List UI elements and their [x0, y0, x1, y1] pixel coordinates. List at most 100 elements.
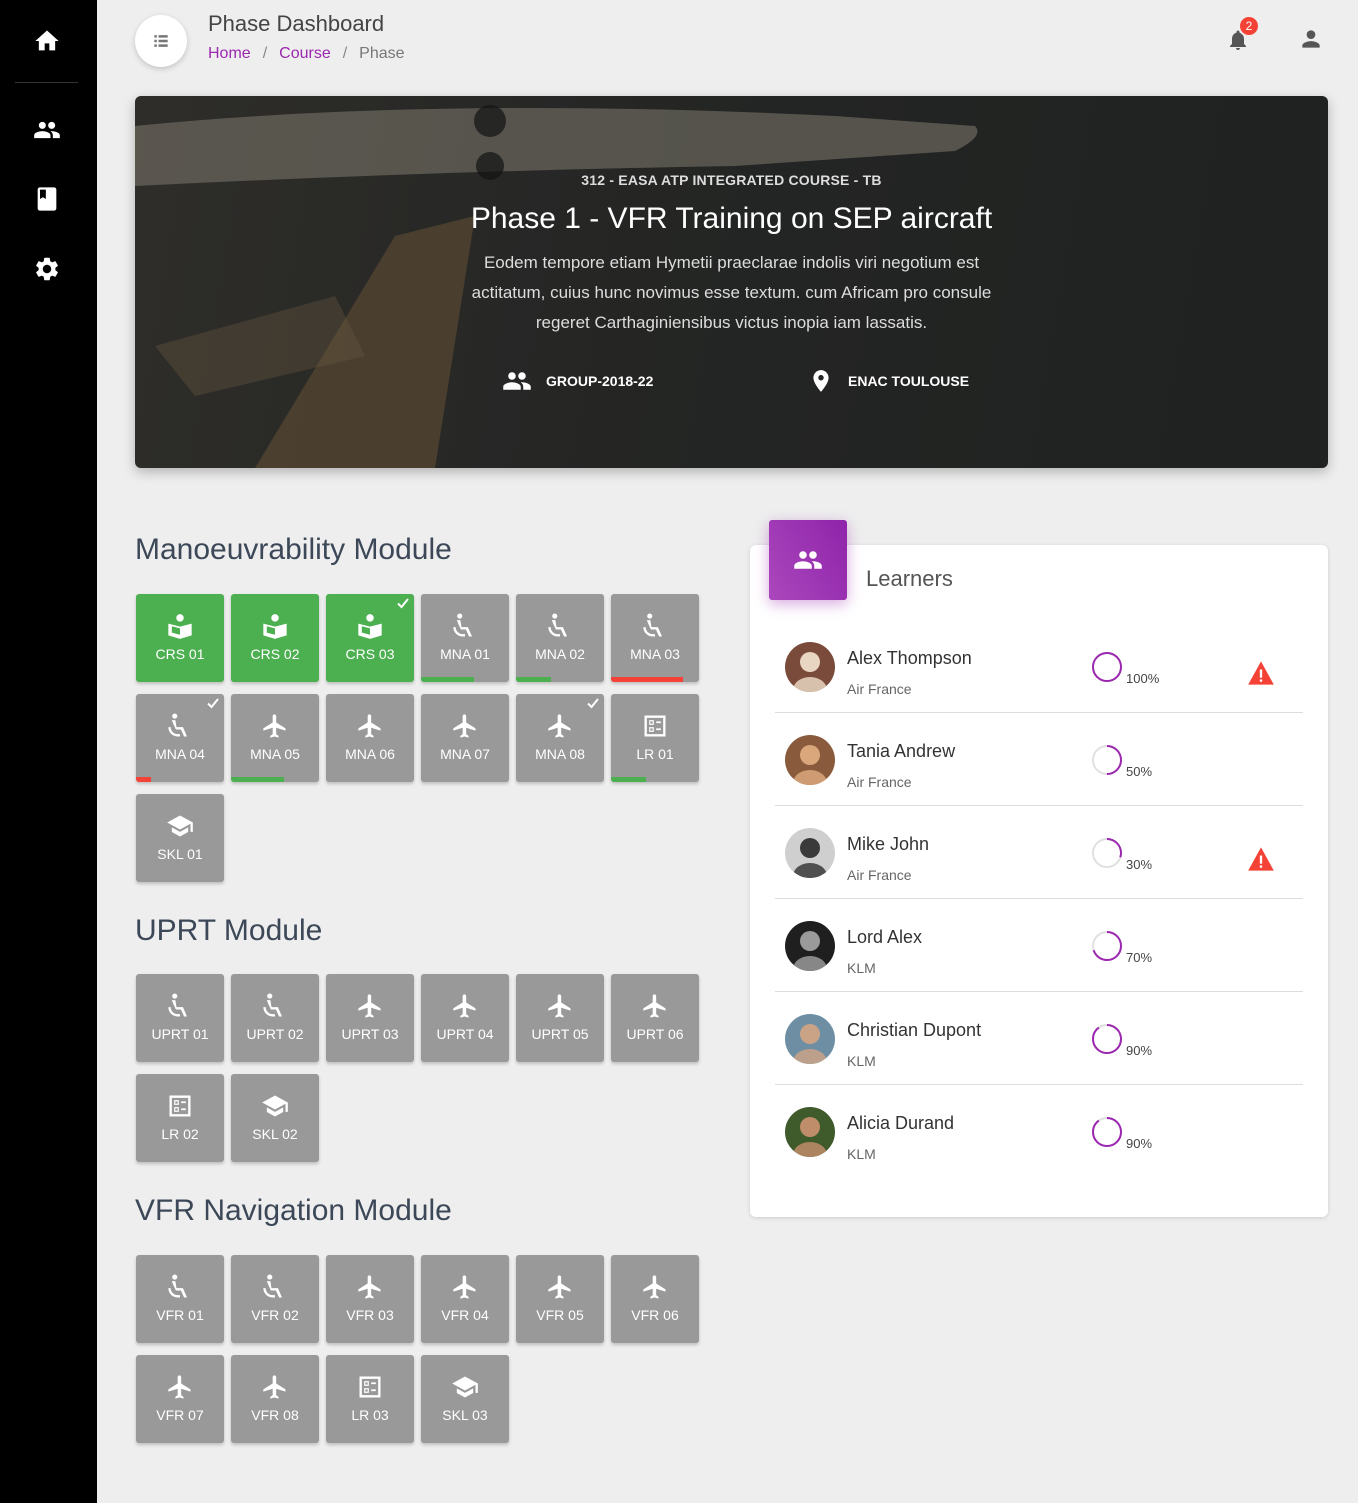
sidebar-divider	[15, 82, 78, 83]
lesson-progress-bar	[421, 677, 474, 682]
lesson-tile-skl-03[interactable]: SKL 03	[421, 1355, 509, 1443]
warning-icon[interactable]	[1247, 846, 1275, 872]
plane-icon	[546, 1273, 574, 1301]
graduation-cap-icon	[166, 812, 194, 840]
lesson-progress-bar	[611, 777, 647, 782]
progress-percent: 50%	[1126, 764, 1153, 779]
avatar	[785, 828, 835, 878]
progress-ring	[1091, 1023, 1123, 1055]
lesson-tile-vfr-03[interactable]: VFR 03	[326, 1255, 414, 1343]
sidebar-item-settings[interactable]	[15, 244, 78, 294]
learners-title: Learners	[866, 566, 953, 591]
progress-percent: 90%	[1126, 1136, 1153, 1151]
lesson-tile-vfr-04[interactable]: VFR 04	[421, 1255, 509, 1343]
learner-name: Christian Dupont	[847, 1020, 982, 1040]
lesson-tile-mna-03[interactable]: MNA 03	[611, 594, 699, 682]
plane-icon	[261, 712, 289, 740]
lesson-tile-label: MNA 03	[630, 646, 680, 662]
sidebar-item-home[interactable]	[15, 16, 78, 66]
lesson-tile-mna-06[interactable]: MNA 06	[326, 694, 414, 782]
lesson-tile-label: MNA 01	[440, 646, 490, 662]
learner-row[interactable]: Alex Thompson Air France 100%	[775, 620, 1303, 713]
plane-icon	[166, 1373, 194, 1401]
list-view-icon	[154, 35, 168, 47]
lesson-tile-uprt-03[interactable]: UPRT 03	[326, 974, 414, 1062]
plane-icon	[356, 1273, 384, 1301]
lesson-tile-mna-05[interactable]: MNA 05	[231, 694, 319, 782]
lesson-tile-mna-08[interactable]: MNA 08	[516, 694, 604, 782]
avatar	[785, 735, 835, 785]
seat-icon	[546, 612, 574, 640]
lesson-tile-mna-01[interactable]: MNA 01	[421, 594, 509, 682]
lesson-tile-vfr-08[interactable]: VFR 08	[231, 1355, 319, 1443]
lesson-tile-label: MNA 06	[345, 746, 395, 762]
lesson-tile-vfr-06[interactable]: VFR 06	[611, 1255, 699, 1343]
learner-name: Alicia Durand	[847, 1113, 955, 1133]
gear-icon	[35, 257, 58, 281]
learner-company: KLM	[847, 960, 876, 976]
learner-row[interactable]: Mike John Air France 30%	[775, 806, 1303, 899]
seat-icon	[451, 612, 479, 640]
lesson-tile-lr-02[interactable]: LR 02	[136, 1074, 224, 1162]
lesson-tile-label: VFR 05	[536, 1307, 584, 1323]
sidebar-toggle-button[interactable]	[135, 15, 187, 67]
learner-row[interactable]: Lord Alex KLM 70%	[775, 899, 1303, 992]
lesson-tile-mna-02[interactable]: MNA 02	[516, 594, 604, 682]
seat-icon	[261, 992, 289, 1020]
warning-icon[interactable]	[1247, 660, 1275, 686]
lesson-tile-vfr-05[interactable]: VFR 05	[516, 1255, 604, 1343]
lesson-tile-label: CRS 01	[155, 646, 205, 662]
progress-percent: 70%	[1126, 950, 1153, 965]
lesson-tile-mna-07[interactable]: MNA 07	[421, 694, 509, 782]
progress-percent: 90%	[1126, 1043, 1153, 1058]
lesson-tile-uprt-06[interactable]: UPRT 06	[611, 974, 699, 1062]
seat-icon	[166, 712, 194, 740]
lesson-tile-mna-04[interactable]: MNA 04	[136, 694, 224, 782]
lesson-progress-bar	[231, 777, 284, 782]
lesson-tile-uprt-02[interactable]: UPRT 02	[231, 974, 319, 1062]
breadcrumb-course[interactable]: Course	[279, 45, 331, 63]
lesson-tile-label: VFR 07	[156, 1407, 204, 1423]
lesson-progress-bar	[611, 677, 684, 682]
graduation-cap-icon	[451, 1373, 479, 1401]
sidebar-item-book[interactable]	[15, 174, 78, 224]
people-icon	[503, 372, 531, 390]
seat-icon	[641, 612, 669, 640]
lesson-tile-vfr-01[interactable]: VFR 01	[136, 1255, 224, 1343]
lesson-tile-vfr-07[interactable]: VFR 07	[136, 1355, 224, 1443]
module-title: VFR Navigation Module	[135, 1194, 452, 1227]
lesson-tile-label: UPRT 01	[151, 1026, 209, 1042]
lesson-tile-lr-03[interactable]: LR 03	[326, 1355, 414, 1443]
lesson-tile-uprt-05[interactable]: UPRT 05	[516, 974, 604, 1062]
checklist-icon	[356, 1373, 384, 1401]
lesson-tile-lr-01[interactable]: LR 01	[611, 694, 699, 782]
learner-row[interactable]: Christian Dupont KLM 90%	[775, 992, 1303, 1085]
learner-row[interactable]: Tania Andrew Air France 50%	[775, 713, 1303, 806]
lesson-tile-vfr-02[interactable]: VFR 02	[231, 1255, 319, 1343]
lesson-tile-uprt-01[interactable]: UPRT 01	[136, 974, 224, 1062]
lesson-tile-crs-02[interactable]: CRS 02	[231, 594, 319, 682]
breadcrumb: Home / Course / Phase	[208, 45, 405, 63]
lesson-tile-crs-01[interactable]: CRS 01	[136, 594, 224, 682]
progress-percent: 30%	[1126, 857, 1153, 872]
book-icon	[37, 187, 56, 211]
avatar	[785, 921, 835, 971]
learner-row[interactable]: Alicia Durand KLM 90%	[775, 1085, 1303, 1178]
sidebar-item-people[interactable]	[15, 105, 78, 155]
breadcrumb-home[interactable]: Home	[208, 45, 251, 63]
lesson-tile-label: MNA 05	[250, 746, 300, 762]
lesson-tile-label: VFR 01	[156, 1307, 204, 1323]
book-reader-icon	[166, 612, 194, 640]
lesson-tile-label: UPRT 03	[341, 1026, 399, 1042]
lesson-tile-crs-03[interactable]: CRS 03	[326, 594, 414, 682]
lesson-tile-skl-01[interactable]: SKL 01	[136, 794, 224, 882]
lesson-tile-label: VFR 08	[251, 1407, 299, 1423]
checklist-icon	[166, 1092, 194, 1120]
sidebar	[0, 0, 97, 1503]
lesson-tile-skl-02[interactable]: SKL 02	[231, 1074, 319, 1162]
user-menu-button[interactable]	[1298, 26, 1326, 54]
phase-description: Eodem tempore etiam Hymetii praeclarae i…	[471, 253, 992, 332]
seat-icon	[166, 992, 194, 1020]
lesson-tile-uprt-04[interactable]: UPRT 04	[421, 974, 509, 1062]
group-label: GROUP-2018-22	[546, 373, 654, 389]
